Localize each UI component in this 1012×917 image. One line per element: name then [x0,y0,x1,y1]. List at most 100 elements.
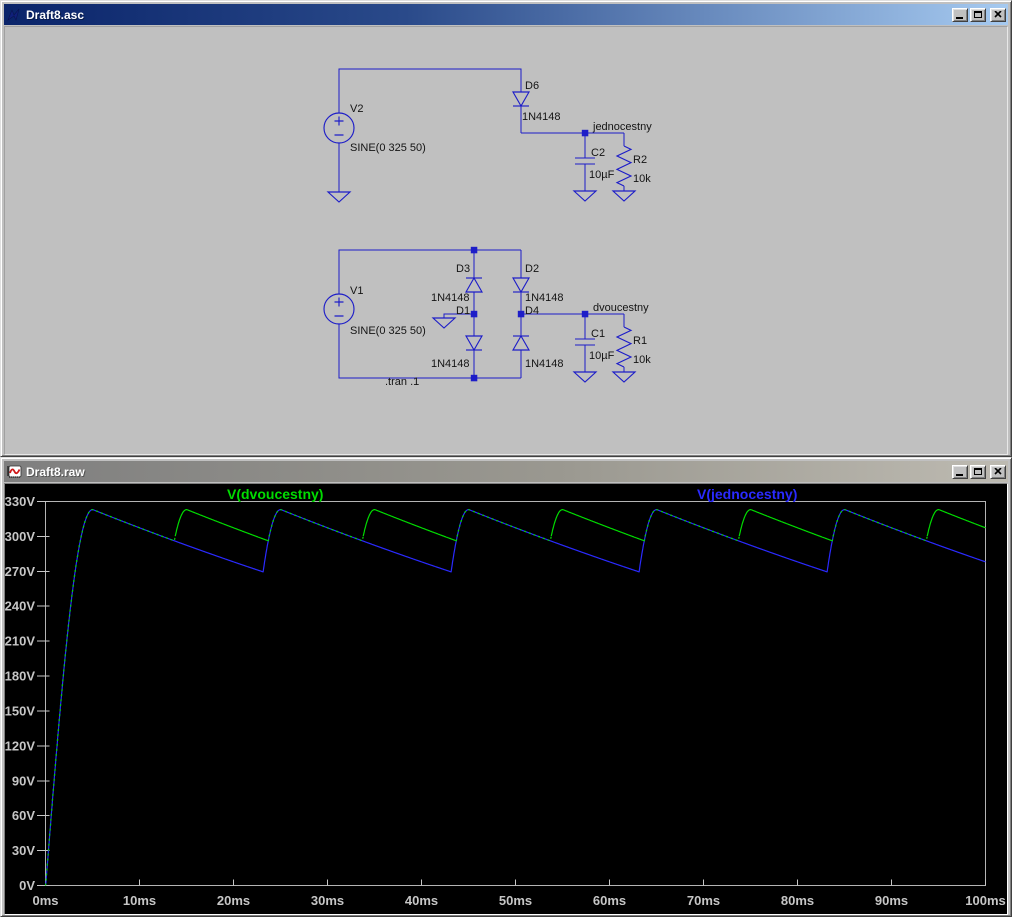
junction-dot [471,311,478,318]
close-button[interactable] [990,8,1006,22]
y-tick-label: 60V [12,808,35,823]
component-D6[interactable] [513,92,529,106]
ground-symbol[interactable] [613,372,635,382]
maximize-button[interactable] [970,8,986,22]
legend-V(dvoucestny)[interactable]: V(dvoucestny) [227,486,323,502]
schematic-canvas[interactable]: V2 SINE(0 325 50) V1 SINE(0 325 50) D6 1N4148… [4,26,1008,455]
component-label-D3[interactable]: D3 [456,263,470,275]
y-tick-label: 90V [12,773,35,788]
y-tick-label: 270V [5,564,35,579]
x-tick-label: 100ms [965,893,1005,908]
component-V1[interactable] [324,294,354,324]
maximize-button[interactable] [970,465,986,479]
wire[interactable] [339,69,521,113]
legend-V(jednocestny)[interactable]: V(jednocestny) [697,486,797,502]
component-value-D1[interactable]: 1N4148 [431,358,470,370]
y-tick-label: 240V [5,599,35,614]
component-label-C1[interactable]: C1 [591,328,605,340]
close-icon [994,11,1002,18]
component-label-V1[interactable]: V1 [350,285,363,297]
wire[interactable] [339,250,521,294]
component-value-D2[interactable]: 1N4148 [525,292,564,304]
minimize-button[interactable] [952,465,968,479]
y-tick-label: 0V [19,878,35,893]
component-label-R2[interactable]: R2 [633,154,647,166]
desktop: { "windows": { "schematic": { "title": "… [0,0,1012,917]
net-label-dvoucestny[interactable]: dvoucestny [593,302,649,314]
y-tick-label: 300V [5,529,35,544]
ground-symbol[interactable] [328,192,350,202]
y-tick-label: 150V [5,703,35,718]
component-label-V2[interactable]: V2 [350,103,363,115]
x-tick-label: 40ms [405,893,438,908]
component-label-C2[interactable]: C2 [591,147,605,159]
component-R1[interactable] [617,327,631,367]
titlebar[interactable]: Draft8.raw [4,461,1008,482]
ltspice-schematic-icon[interactable] [6,7,22,23]
junction-dot [471,375,478,382]
waveform-window: Draft8.raw 0V30V60V90V120V150V180V210V24… [0,457,1012,917]
y-tick-label: 120V [5,738,35,753]
junction-dot [582,311,589,318]
x-tick-label: 0ms [32,893,58,908]
component-value-R1[interactable]: 10k [633,354,651,366]
component-label-D1[interactable]: D1 [456,305,470,317]
component-label-D4[interactable]: D4 [525,305,539,317]
ground-symbol[interactable] [574,191,596,201]
ground-symbol[interactable] [613,191,635,201]
component-value-R2[interactable]: 10k [633,173,651,185]
x-tick-label: 70ms [687,893,720,908]
trace-V(dvoucestny)[interactable] [175,510,985,541]
component-D3[interactable] [466,278,482,292]
window-controls [950,8,1006,22]
junction-dot [471,247,478,254]
component-label-R1[interactable]: R1 [633,335,647,347]
maximize-icon [974,468,982,475]
maximize-icon [974,11,982,18]
component-value-D3[interactable]: 1N4148 [431,292,470,304]
trace-V(dvoucestny)-overlap[interactable] [46,510,928,886]
titlebar[interactable]: Draft8.asc [4,4,1008,25]
y-tick-label: 210V [5,634,35,649]
net-label-jednocestny[interactable]: jednocestny [592,121,652,133]
component-R2[interactable] [617,146,631,186]
waveform-pane[interactable]: 0V30V60V90V120V150V180V210V240V270V300V3… [4,483,1008,915]
x-tick-label: 30ms [311,893,344,908]
ground-symbol[interactable] [433,318,455,328]
trace-V(jednocestny)[interactable] [46,510,986,886]
component-D4[interactable] [513,336,529,350]
window-title: Draft8.asc [26,8,950,22]
x-tick-label: 60ms [593,893,626,908]
component-D2[interactable] [513,278,529,292]
component-label-D6[interactable]: D6 [525,80,539,92]
component-D1[interactable] [466,336,482,350]
component-value-D4[interactable]: 1N4148 [525,358,564,370]
plot-traces [46,510,986,886]
component-value-C1[interactable]: 10µF [589,350,615,362]
x-tick-label: 90ms [875,893,908,908]
component-V2[interactable] [324,113,354,143]
close-button[interactable] [990,465,1006,479]
junction-dot [582,130,589,137]
spice-directive[interactable]: .tran .1 [385,376,419,388]
y-tick-label: 330V [5,494,35,509]
plot-axes: 0V30V60V90V120V150V180V210V240V270V300V3… [5,494,1006,908]
window-title: Draft8.raw [26,465,950,479]
ground-symbol[interactable] [574,372,596,382]
waveform-file-icon[interactable] [6,464,22,480]
component-label-D2[interactable]: D2 [525,263,539,275]
window-controls [950,465,1006,479]
minimize-button[interactable] [952,8,968,22]
junction-dot [518,311,525,318]
minimize-icon [956,17,963,19]
component-value-C2[interactable]: 10µF [589,169,615,181]
component-value-V2[interactable]: SINE(0 325 50) [350,142,426,154]
component-value-D6[interactable]: 1N4148 [522,111,561,123]
x-tick-label: 80ms [781,893,814,908]
schematic-window: Draft8.asc V2 SINE(0 325 50) V1 SINE(0 325 … [0,0,1012,457]
component-value-V1[interactable]: SINE(0 325 50) [350,325,426,337]
x-tick-label: 20ms [217,893,250,908]
x-tick-label: 10ms [123,893,156,908]
x-tick-label: 50ms [499,893,532,908]
y-tick-label: 180V [5,669,35,684]
